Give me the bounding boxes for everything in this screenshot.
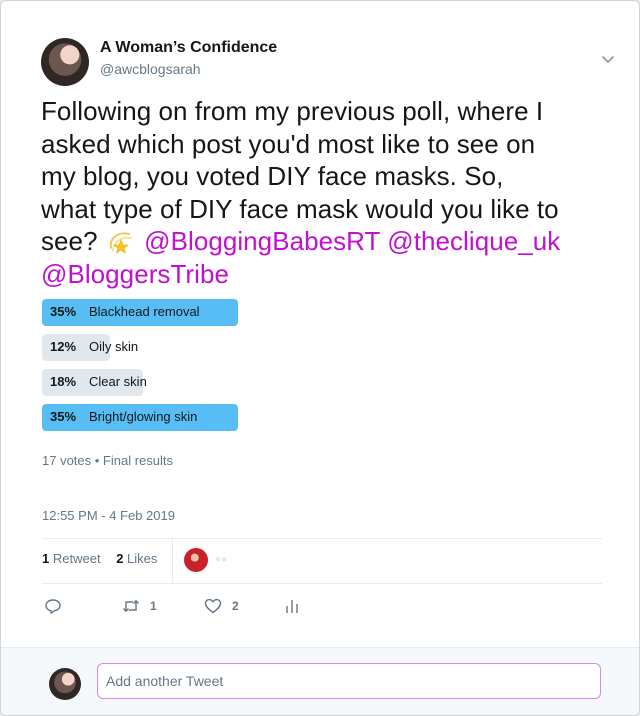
poll-choice-percent: 35%: [50, 409, 77, 424]
mention-link[interactable]: @BloggersTribe: [41, 259, 229, 289]
tweet-text-line: Following on from my previous poll, wher…: [41, 96, 544, 126]
tweet-actions: 1 2: [42, 597, 342, 617]
likes-stat-label: Likes: [127, 551, 158, 566]
retweet-count: 1: [150, 599, 157, 613]
tweet-timestamp[interactable]: 12:55 PM - 4 Feb 2019: [42, 508, 175, 523]
analytics-action[interactable]: [283, 597, 301, 615]
mention-link[interactable]: @BloggingBabesRT: [144, 226, 380, 256]
retweet-stat-label: Retweet: [52, 551, 101, 566]
poll-choice: 18% Clear skin: [42, 369, 602, 396]
analytics-icon: [286, 600, 298, 613]
poll: 35% Blackhead removal 12% Oily skin 18% Clear…: [42, 299, 602, 439]
tweet-text-line: see?: [41, 226, 98, 256]
tweet-text-line: asked which post you'd most like to see …: [41, 128, 536, 159]
stats-separator: [172, 538, 173, 583]
chevron-down-icon[interactable]: [601, 52, 615, 66]
retweet-stat[interactable]: 1 Retweet: [42, 551, 101, 566]
poll-choice-percent: 12%: [50, 339, 77, 354]
reply-composer: Add another Tweet: [1, 647, 639, 715]
add-another-tweet-input[interactable]: Add another Tweet: [97, 663, 601, 699]
author-avatar[interactable]: [41, 38, 89, 86]
reply-action[interactable]: [44, 597, 62, 615]
poll-choice: 35% Blackhead removal: [42, 299, 602, 326]
user-avatar: [49, 668, 81, 700]
poll-choice-label: Bright/glowing skin: [89, 409, 198, 424]
poll-choice: 35% Bright/glowing skin: [42, 404, 602, 431]
poll-choice-percent: 18%: [50, 374, 77, 389]
tweet-header: A Woman’s Confidence @awcblogsarah: [41, 38, 619, 86]
retweet-stat-count: 1: [42, 551, 50, 566]
reply-icon: [45, 599, 61, 614]
mention-link[interactable]: @theclique_uk: [387, 226, 560, 256]
poll-choice-percent: 35%: [50, 304, 77, 319]
poll-results-meta: 17 votes • Final results: [42, 453, 173, 468]
dizzy-star-emoji-icon: [109, 232, 132, 254]
retweet-icon: [122, 599, 140, 613]
poll-choice: 12% Oily skin: [42, 334, 602, 361]
divider: [42, 538, 602, 539]
poll-choice-label: Clear skin: [89, 374, 147, 389]
liker-avatar[interactable]: [184, 548, 208, 572]
liker-avatar-placeholder: ●●: [215, 554, 228, 565]
tweet-stats: 1 Retweet 2 Likes: [42, 551, 157, 566]
like-action[interactable]: 2: [204, 597, 239, 615]
divider: [42, 583, 602, 584]
author-handle[interactable]: @awcblogsarah: [100, 61, 201, 77]
poll-choice-label: Oily skin: [89, 339, 139, 354]
likes-stat-count: 2: [116, 551, 124, 566]
heart-icon: [204, 598, 222, 614]
poll-choice-label: Blackhead removal: [89, 304, 200, 319]
likes-stat[interactable]: 2 Likes: [116, 551, 157, 566]
tweet-text-line: what type of DIY face mask would you lik…: [41, 193, 559, 224]
tweet-text: Following on from my previous poll, wher…: [41, 95, 621, 290]
like-count: 2: [232, 599, 239, 613]
author-name[interactable]: A Woman’s Confidence: [100, 39, 277, 57]
tweet-text-line: my blog, you voted DIY face masks. So,: [41, 161, 504, 191]
tweet-card: A Woman’s Confidence @awcblogsarah Follo…: [0, 0, 640, 716]
retweet-action[interactable]: 1: [122, 597, 157, 615]
